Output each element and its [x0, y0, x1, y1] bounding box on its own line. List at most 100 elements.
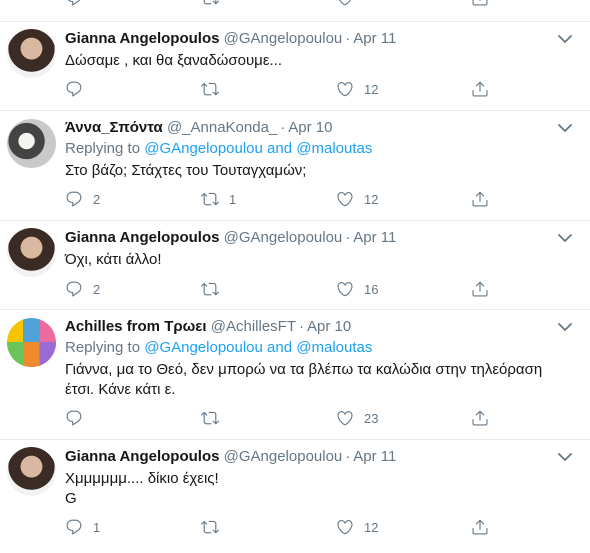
heart-icon	[336, 80, 354, 98]
heart-icon	[336, 409, 354, 427]
retweet-icon	[201, 190, 219, 208]
avatar[interactable]	[7, 447, 56, 496]
tweet-date[interactable]: Apr 11	[353, 229, 396, 246]
mention-link[interactable]: @maloutas	[296, 140, 372, 157]
share-button[interactable]	[471, 408, 489, 428]
tweet[interactable]: Achilles from Τρωει @AchillesFT · Apr 10 R…	[0, 310, 590, 440]
like-count: 16	[364, 281, 379, 297]
reply-icon	[65, 190, 83, 208]
avatar[interactable]	[7, 318, 56, 367]
retweet-icon[interactable]	[201, 0, 219, 8]
tweet-header: Gianna Angelopoulos @GAngelopoulou · Apr 1…	[65, 229, 397, 246]
share-button[interactable]	[471, 79, 489, 99]
tweet[interactable]: Gianna Angelopoulos @GAngelopoulou · Apr 1…	[0, 221, 590, 310]
reply-button[interactable]: 1	[65, 517, 100, 537]
tweet[interactable]: Gianna Angelopoulos @GAngelopoulou · Apr 1…	[0, 22, 590, 111]
mention-link[interactable]: @GAngelopoulou	[144, 339, 263, 356]
retweet-icon	[201, 518, 219, 536]
author-name[interactable]: Achilles from Τρωει	[65, 318, 207, 335]
chevron-down-icon[interactable]	[558, 233, 572, 243]
tweet-text-line: έτσι. Κάνε κάτι ε.	[65, 381, 176, 398]
reply-button[interactable]	[65, 79, 93, 99]
tweet-date[interactable]: Apr 11	[353, 30, 396, 47]
reply-count: 2	[93, 191, 101, 207]
reply-icon	[65, 409, 83, 427]
retweet-button[interactable]	[201, 517, 229, 537]
tweet-actions: 23	[65, 408, 505, 428]
author-handle[interactable]: @GAngelopoulou	[224, 229, 343, 246]
avatar[interactable]	[7, 29, 56, 78]
author-name[interactable]: Gianna Angelopoulos	[65, 448, 219, 465]
share-icon	[471, 280, 489, 298]
share-button[interactable]	[471, 189, 489, 209]
tweet[interactable]: Άννα_Σπόντα @_AnnaKonda_ · Apr 10 Replying…	[0, 111, 590, 221]
tweet-header: Άννα_Σπόντα @_AnnaKonda_ · Apr 10	[65, 119, 333, 136]
share-icon[interactable]	[471, 0, 489, 8]
retweet-button[interactable]: 1	[201, 189, 236, 209]
retweet-button[interactable]	[201, 79, 229, 99]
tweet-actions: 1 12	[65, 517, 505, 537]
reply-icon[interactable]	[65, 0, 83, 8]
tweet-text: Χμμμμμμ.... δίκιο έχεις! G	[65, 469, 570, 509]
tweet-text: Στο βάζο; Στάχτες του Τουταγχαμών;	[65, 162, 307, 179]
like-button[interactable]: 12	[336, 517, 378, 537]
like-button[interactable]: 12	[336, 79, 378, 99]
author-handle[interactable]: @GAngelopoulou	[224, 448, 343, 465]
replying-and[interactable]: and	[267, 339, 292, 356]
reply-button[interactable]: 2	[65, 189, 100, 209]
tweet-text-line: G	[65, 490, 77, 507]
author-name[interactable]: Gianna Angelopoulos	[65, 229, 219, 246]
author-handle[interactable]: @_AnnaKonda_	[167, 119, 277, 136]
tweet-date[interactable]: Apr 10	[288, 119, 332, 136]
reply-button[interactable]: 2	[65, 279, 100, 299]
tweet[interactable]: Gianna Angelopoulos @GAngelopoulou · Apr 1…	[0, 440, 590, 553]
tweet-text: Όχι, κάτι άλλο!	[65, 251, 162, 268]
mention-link[interactable]: @maloutas	[296, 339, 372, 356]
share-button[interactable]	[471, 517, 489, 537]
reply-count: 1	[93, 519, 101, 535]
like-count: 12	[364, 191, 379, 207]
retweet-count: 1	[229, 191, 237, 207]
author-name[interactable]: Άννα_Σπόντα	[65, 119, 163, 136]
tweet-date[interactable]: Apr 11	[353, 448, 396, 465]
replying-to-label: Replying to	[65, 339, 141, 356]
like-button[interactable]: 12	[336, 189, 378, 209]
chevron-down-icon[interactable]	[558, 34, 572, 44]
tweet-header: Gianna Angelopoulos @GAngelopoulou · Apr 1…	[65, 30, 397, 47]
retweet-icon	[201, 409, 219, 427]
mention-link[interactable]: @GAngelopoulou	[144, 140, 263, 157]
like-count: 23	[364, 410, 379, 426]
tweet-actions: 2 1 12	[65, 189, 505, 209]
replying-to: Replying to @GAngelopoulou and @maloutas	[65, 339, 372, 356]
avatar[interactable]	[7, 228, 56, 277]
chevron-down-icon[interactable]	[558, 322, 572, 332]
heart-icon[interactable]	[336, 0, 354, 8]
previous-tweet-stub	[0, 0, 590, 22]
tweet-text: Γιάννα, μα το Θεό, δεν μπορώ να τα βλέπω…	[65, 360, 570, 400]
tweet-header: Gianna Angelopoulos @GAngelopoulou · Apr 1…	[65, 448, 397, 465]
tweet-text-line: Γιάννα, μα το Θεό, δεν μπορώ να τα βλέπω…	[65, 361, 543, 378]
replying-and[interactable]: and	[267, 140, 292, 157]
tweet-actions: 12	[65, 79, 505, 99]
share-icon	[471, 190, 489, 208]
chevron-down-icon[interactable]	[558, 123, 572, 133]
retweet-button[interactable]	[201, 279, 229, 299]
reply-button[interactable]	[65, 408, 93, 428]
chevron-down-icon[interactable]	[558, 452, 572, 462]
author-handle[interactable]: @AchillesFT	[211, 318, 296, 335]
retweet-icon	[201, 280, 219, 298]
reply-icon	[65, 518, 83, 536]
replying-to: Replying to @GAngelopoulou and @maloutas	[65, 140, 372, 157]
heart-icon	[336, 280, 354, 298]
share-button[interactable]	[471, 279, 489, 299]
conversation-timeline: Gianna Angelopoulos @GAngelopoulou · Apr 1…	[0, 0, 590, 553]
author-handle[interactable]: @GAngelopoulou	[224, 30, 343, 47]
avatar[interactable]	[7, 119, 56, 168]
like-button[interactable]: 23	[336, 408, 378, 428]
reply-count: 2	[93, 281, 101, 297]
retweet-button[interactable]	[201, 408, 229, 428]
author-name[interactable]: Gianna Angelopoulos	[65, 30, 219, 47]
tweet-date[interactable]: Apr 10	[307, 318, 351, 335]
like-button[interactable]: 16	[336, 279, 378, 299]
heart-icon	[336, 190, 354, 208]
